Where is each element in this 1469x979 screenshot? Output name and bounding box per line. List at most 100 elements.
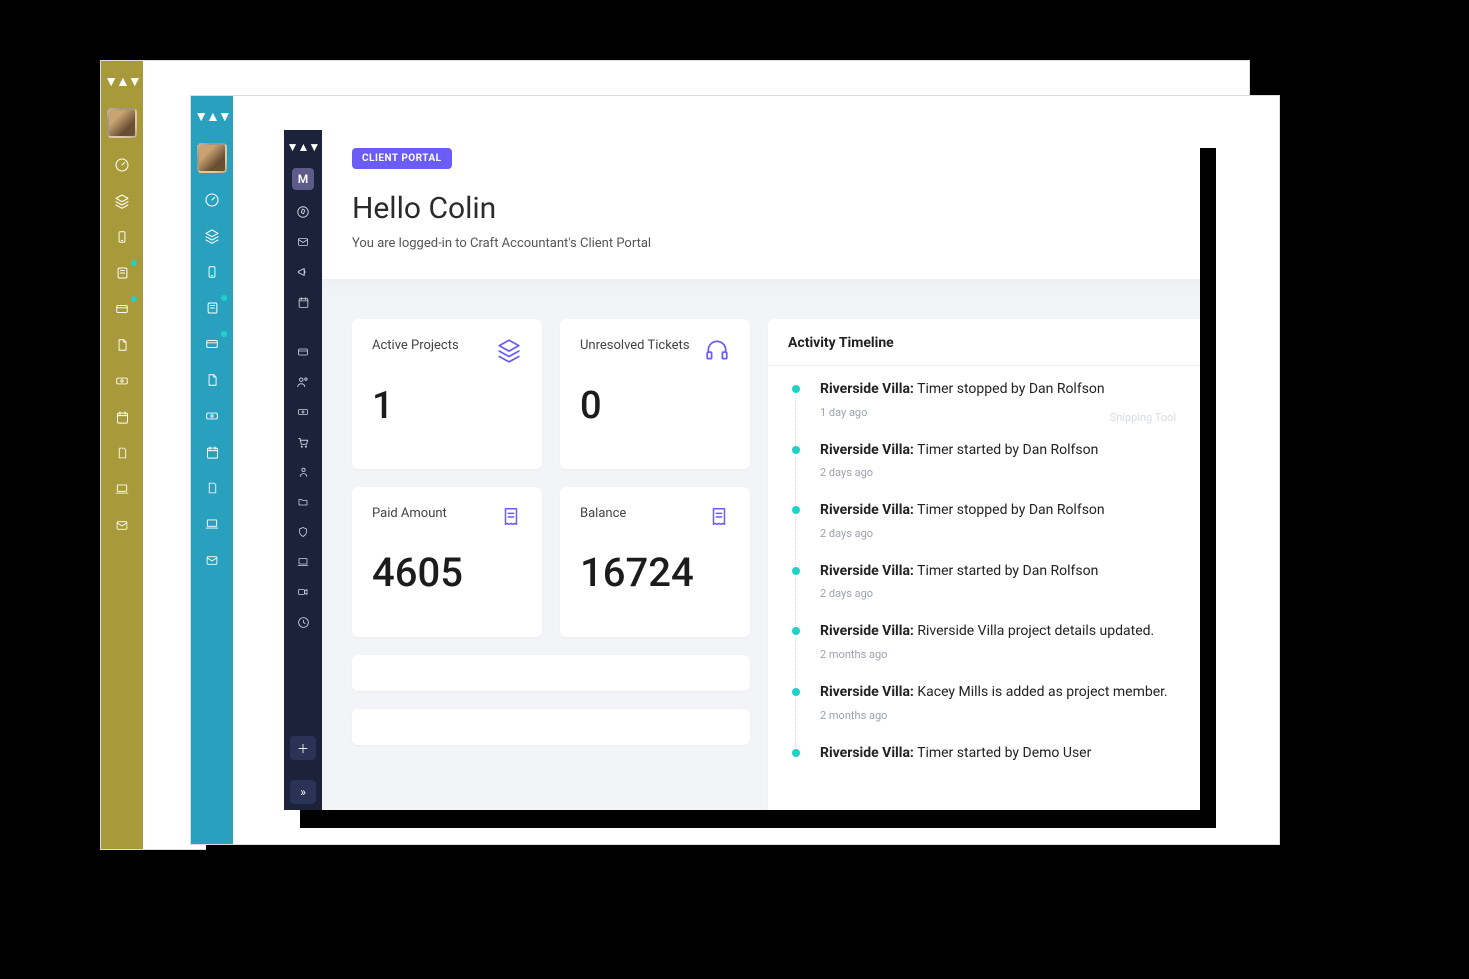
timeline-item[interactable]: Riverside Villa: Timer started by Demo U…	[792, 744, 1176, 786]
greeting-title: Hello Colin	[352, 191, 1170, 226]
stat-value: 0	[580, 387, 730, 425]
headphones-icon	[704, 337, 730, 367]
expand-button[interactable]: »	[290, 780, 316, 804]
avatar[interactable]	[197, 143, 227, 173]
horn-icon[interactable]	[295, 264, 311, 280]
compass-icon[interactable]	[295, 204, 311, 220]
window-front: ▼▲▼ M ＋ » CLIENT PORTAL Hello Colin You …	[284, 130, 1200, 810]
gauge-icon[interactable]	[113, 156, 131, 174]
mobile-icon[interactable]	[203, 263, 221, 281]
timeline-dot-icon	[792, 567, 800, 575]
layers-icon[interactable]	[203, 227, 221, 245]
clock-icon[interactable]	[295, 614, 311, 630]
book-icon[interactable]	[113, 264, 131, 282]
page-icon[interactable]	[203, 479, 221, 497]
timeline-text: Riverside Villa: Riverside Villa project…	[820, 622, 1176, 642]
sidebar-olive: ▼▲▼	[101, 61, 143, 849]
logo-icon: ▼▲▼	[287, 140, 320, 154]
gauge-icon[interactable]	[203, 191, 221, 209]
card-icon[interactable]	[113, 300, 131, 318]
file-icon[interactable]	[113, 336, 131, 354]
card-icon[interactable]	[295, 344, 311, 360]
logo-icon: ▼▲▼	[104, 73, 140, 90]
timeline-project: Riverside Villa:	[820, 745, 914, 761]
timeline-time: 2 days ago	[820, 466, 1176, 479]
laptop-icon[interactable]	[295, 554, 311, 570]
stat-paid-amount[interactable]: Paid Amount 4605	[352, 487, 542, 637]
mail-icon[interactable]	[295, 234, 311, 250]
timeline-text: Riverside Villa: Timer stopped by Dan Ro…	[820, 501, 1176, 521]
users-icon[interactable]	[295, 374, 311, 390]
mail-icon[interactable]	[113, 516, 131, 534]
timeline-item[interactable]: Riverside Villa: Timer stopped by Dan Ro…	[792, 380, 1176, 441]
card-icon[interactable]	[203, 335, 221, 353]
timeline-dot-icon	[792, 385, 800, 393]
receipt-icon	[500, 505, 522, 533]
timeline-detail: Timer stopped by Dan Rolfson	[914, 502, 1105, 518]
timeline-item[interactable]: Riverside Villa: Timer stopped by Dan Ro…	[792, 501, 1176, 562]
cash-icon[interactable]	[203, 407, 221, 425]
timeline-item[interactable]: Riverside Villa: Timer started by Dan Ro…	[792, 562, 1176, 623]
portal-badge: CLIENT PORTAL	[352, 148, 452, 169]
layers-icon[interactable]	[113, 192, 131, 210]
timeline-text: Riverside Villa: Timer started by Demo U…	[820, 744, 1176, 764]
person-icon[interactable]	[295, 464, 311, 480]
timeline-text: Riverside Villa: Timer started by Dan Ro…	[820, 562, 1176, 582]
timeline-item[interactable]: Riverside Villa: Riverside Villa project…	[792, 622, 1176, 683]
timeline-dot-icon	[792, 688, 800, 696]
timeline-detail: Timer started by Demo User	[914, 745, 1091, 761]
laptop-icon[interactable]	[113, 480, 131, 498]
timeline-detail: Timer stopped by Dan Rolfson	[914, 381, 1105, 397]
calendar-icon[interactable]	[113, 408, 131, 426]
timeline-dot-icon	[792, 506, 800, 514]
sidebar-teal: ▼▲▼	[191, 96, 233, 844]
logo-icon: ▼▲▼	[194, 108, 230, 125]
stat-value: 1	[372, 387, 522, 425]
receipt-icon	[708, 505, 730, 533]
timeline-detail: Timer started by Dan Rolfson	[914, 442, 1098, 458]
timeline-detail: Kacey Mills is added as project member.	[914, 684, 1168, 700]
timeline-detail: Timer started by Dan Rolfson	[914, 563, 1098, 579]
sidebar-dark: ▼▲▼ M ＋ »	[284, 130, 322, 810]
stat-active-projects[interactable]: Active Projects 1	[352, 319, 542, 469]
calendar-icon[interactable]	[203, 443, 221, 461]
folder-icon[interactable]	[295, 494, 311, 510]
file-icon[interactable]	[203, 371, 221, 389]
stats-grid: Active Projects 1 Unresolved Tickets	[352, 319, 750, 810]
placeholder-card-2	[352, 709, 750, 745]
timeline-project: Riverside Villa:	[820, 623, 914, 639]
timeline-item[interactable]: Riverside Villa: Kacey Mills is added as…	[792, 683, 1176, 744]
timeline-item[interactable]: Riverside Villa: Timer started by Dan Ro…	[792, 441, 1176, 502]
laptop-icon[interactable]	[203, 515, 221, 533]
stat-label: Balance	[580, 505, 626, 523]
avatar[interactable]	[107, 108, 137, 138]
cash-icon[interactable]	[295, 404, 311, 420]
stat-label: Unresolved Tickets	[580, 337, 690, 355]
layers-icon	[496, 337, 522, 367]
timeline-dot-icon	[792, 446, 800, 454]
book-icon[interactable]	[203, 299, 221, 317]
stat-value: 16724	[580, 553, 730, 593]
mail-icon[interactable]	[203, 551, 221, 569]
placeholder-card-1	[352, 655, 750, 691]
timeline-text: Riverside Villa: Timer stopped by Dan Ro…	[820, 380, 1176, 400]
video-icon[interactable]	[295, 584, 311, 600]
add-button[interactable]: ＋	[290, 736, 316, 760]
timeline-text: Riverside Villa: Timer started by Dan Ro…	[820, 441, 1176, 461]
dashboard-body: Active Projects 1 Unresolved Tickets	[322, 279, 1200, 810]
cart-icon[interactable]	[295, 434, 311, 450]
timeline-time: 1 day ago	[820, 406, 1176, 419]
timeline-text: Riverside Villa: Kacey Mills is added as…	[820, 683, 1176, 703]
shield-icon[interactable]	[295, 524, 311, 540]
timeline-project: Riverside Villa:	[820, 684, 914, 700]
calendar-icon[interactable]	[295, 294, 311, 310]
stat-label: Active Projects	[372, 337, 459, 355]
page-header: CLIENT PORTAL Hello Colin You are logged…	[322, 130, 1200, 279]
stat-unresolved-tickets[interactable]: Unresolved Tickets 0	[560, 319, 750, 469]
activity-timeline: Activity Timeline Snipping Tool Riversid…	[768, 319, 1200, 810]
stat-balance[interactable]: Balance 16724	[560, 487, 750, 637]
mobile-icon[interactable]	[113, 228, 131, 246]
cash-icon[interactable]	[113, 372, 131, 390]
workspace-badge[interactable]: M	[292, 168, 314, 190]
page-icon[interactable]	[113, 444, 131, 462]
